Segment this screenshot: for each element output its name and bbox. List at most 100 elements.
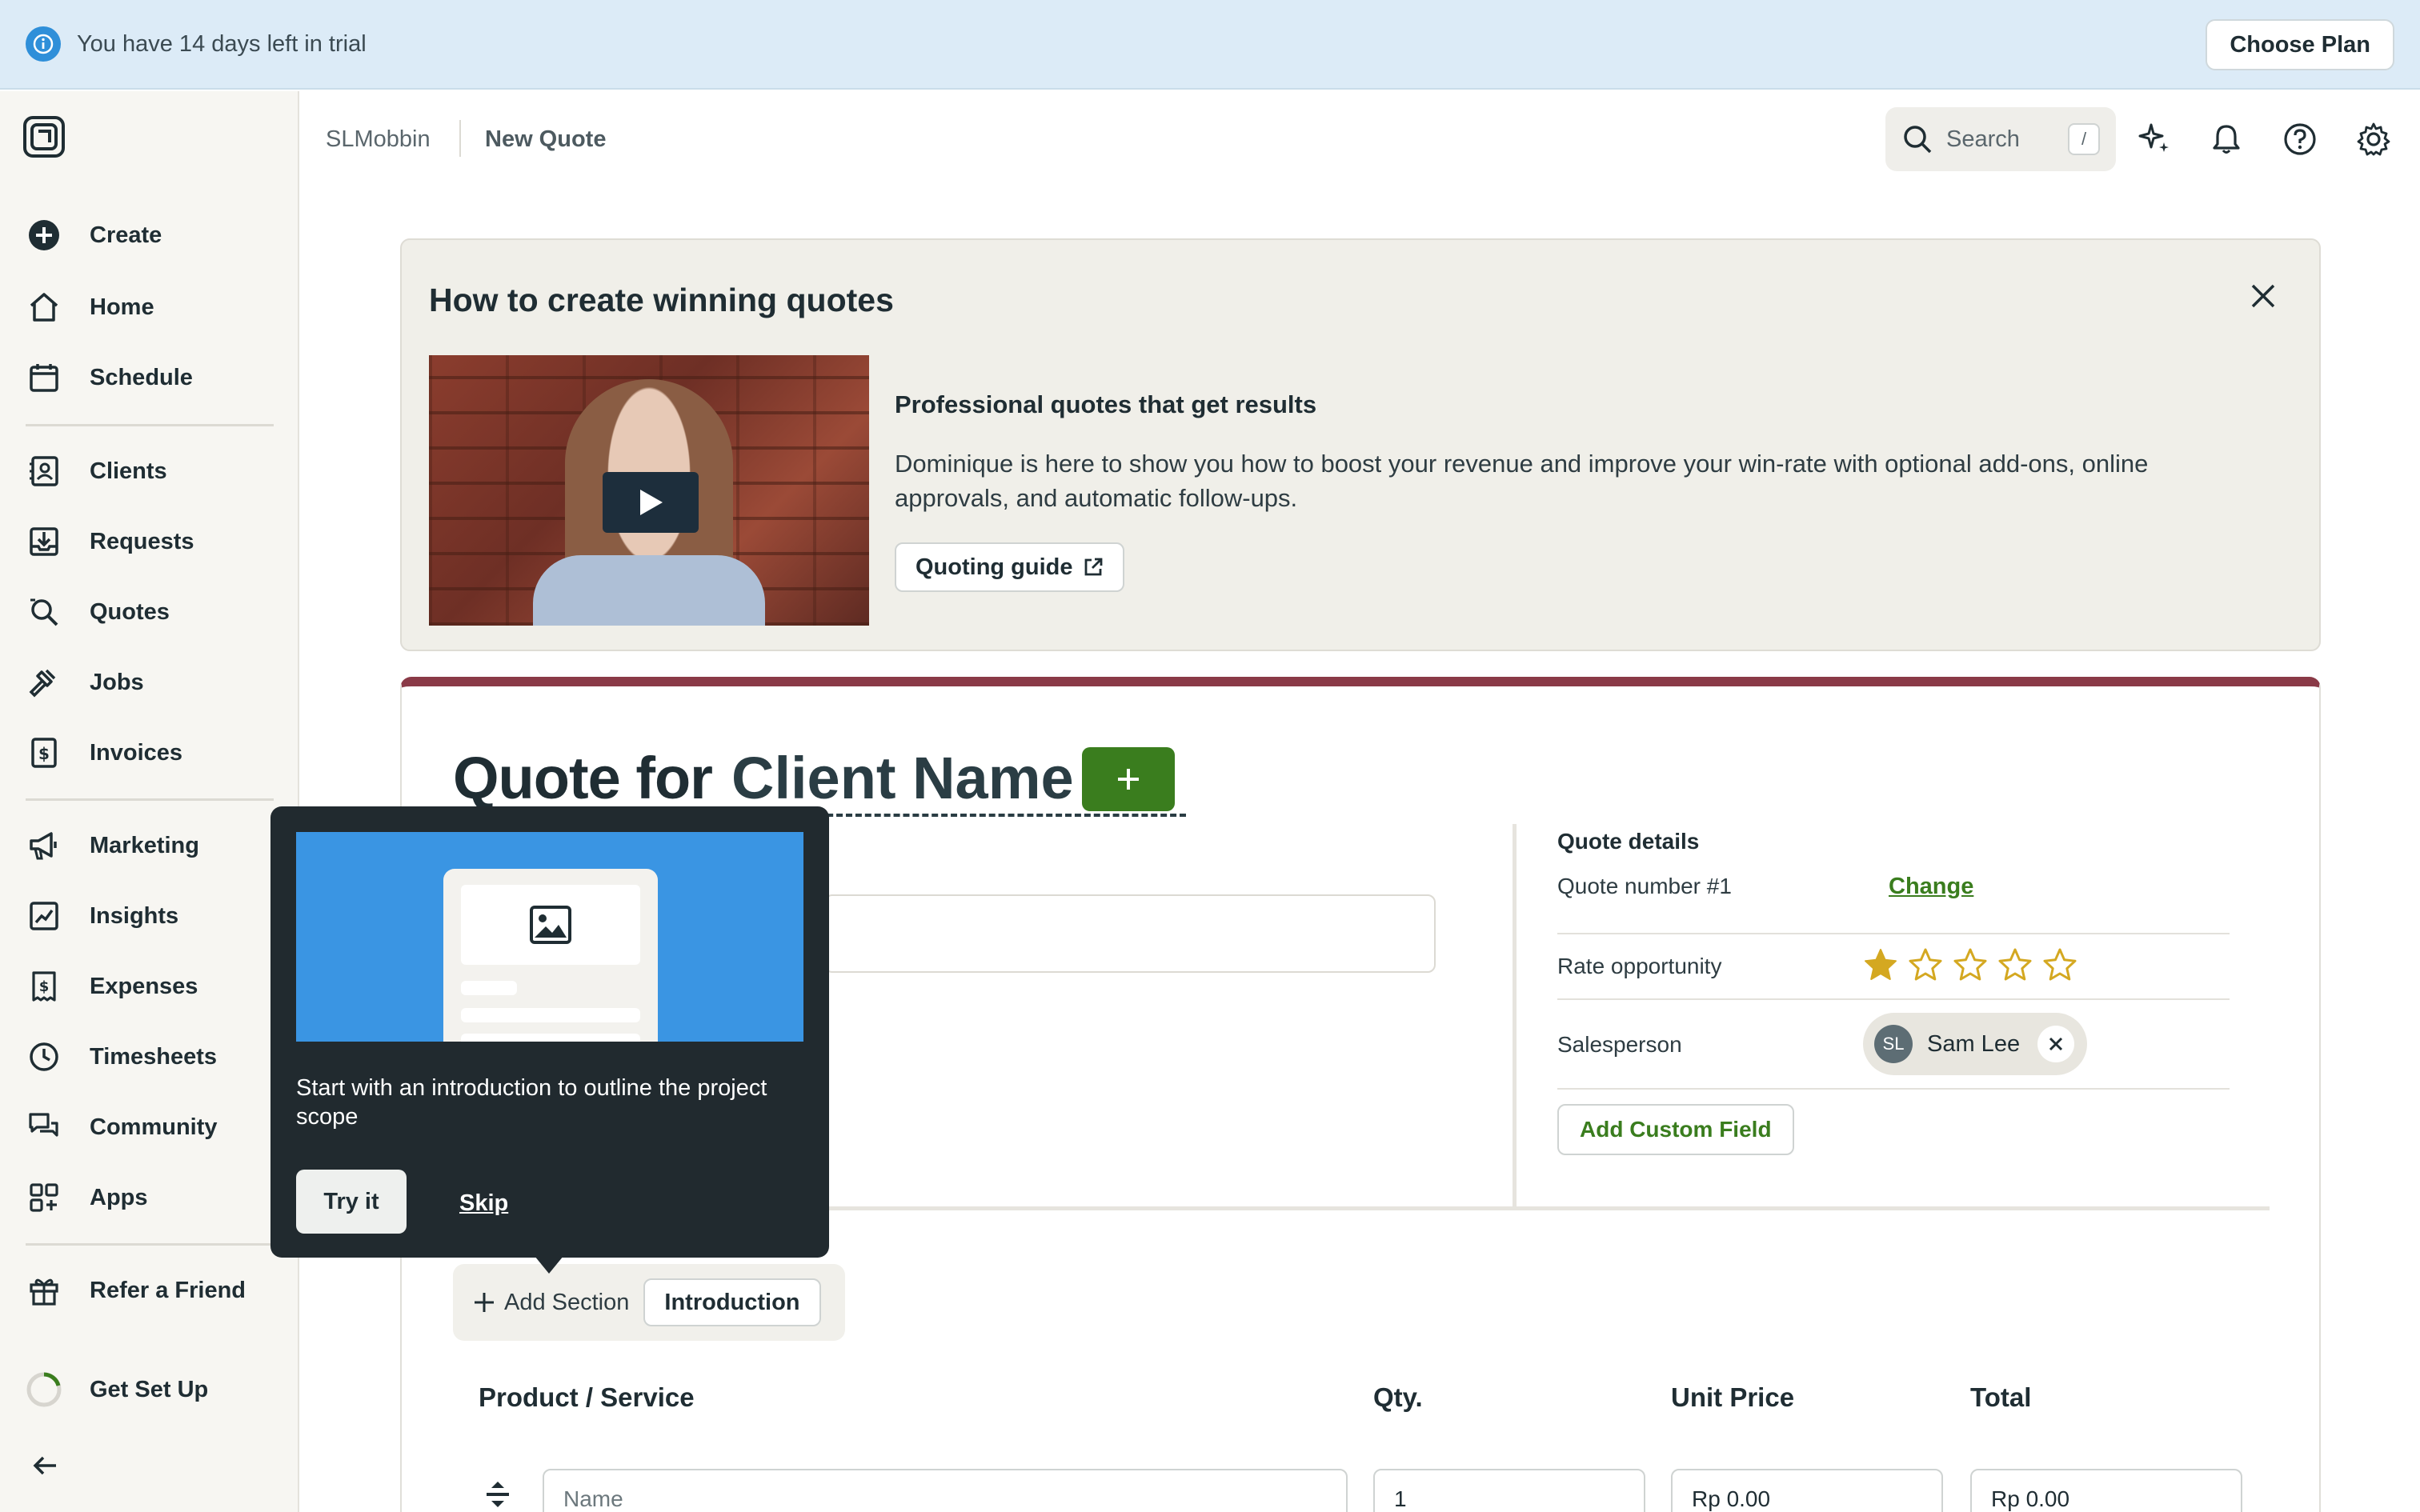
apps-grid-icon — [26, 1179, 62, 1216]
sidebar-item-label: Home — [90, 294, 154, 320]
inbox-download-icon — [26, 523, 62, 560]
chat-bubbles-icon — [26, 1109, 62, 1146]
column-header-unit-price: Unit Price — [1671, 1382, 1795, 1412]
sidebar-item-label: Apps — [90, 1184, 148, 1210]
clock-icon — [26, 1038, 62, 1075]
sidebar-item-label: Expenses — [90, 973, 198, 999]
sidebar-item-create[interactable]: Create — [26, 210, 282, 261]
sidebar-item-label: Invoices — [90, 739, 183, 766]
star-filled-icon[interactable] — [1863, 947, 1898, 982]
video-thumbnail[interactable] — [429, 355, 869, 626]
breadcrumb-divider — [459, 120, 461, 157]
quote-title-input[interactable] — [824, 894, 1436, 973]
home-icon — [26, 289, 62, 326]
gear-icon[interactable] — [2354, 120, 2393, 158]
page-title: New Quote — [485, 126, 607, 152]
sidebar-item-marketing[interactable]: Marketing — [26, 820, 282, 871]
rating-stars[interactable] — [1863, 947, 2077, 982]
ai-sparkle-icon[interactable] — [2135, 120, 2174, 158]
sidebar-item-home[interactable]: Home — [26, 282, 282, 333]
sidebar-item-requests[interactable]: Requests — [26, 516, 282, 567]
add-client-button[interactable] — [1082, 747, 1175, 811]
drag-handle-icon[interactable] — [480, 1477, 515, 1512]
tips-card: How to create winning quotes Professiona… — [400, 238, 2321, 651]
sidebar-item-label: Quotes — [90, 598, 170, 625]
sidebar-item-community[interactable]: Community — [26, 1102, 282, 1153]
onboarding-popover: Start with an introduction to outline th… — [270, 806, 829, 1258]
introduction-button[interactable]: Introduction — [643, 1278, 821, 1326]
quoting-guide-button[interactable]: Quoting guide — [895, 542, 1124, 592]
star-empty-icon[interactable] — [1997, 947, 2033, 982]
sidebar-item-schedule[interactable]: Schedule — [26, 352, 282, 403]
add-custom-field-button[interactable]: Add Custom Field — [1557, 1104, 1794, 1155]
product-name-input[interactable]: Name — [543, 1469, 1348, 1512]
calendar-icon — [26, 359, 62, 396]
trial-banner: You have 14 days left in trial Choose Pl… — [0, 0, 2420, 90]
svg-text:$: $ — [38, 744, 50, 763]
quote-number: Quote number #1 — [1557, 874, 1732, 898]
rate-opportunity-label: Rate opportunity — [1557, 954, 1722, 978]
play-icon[interactable] — [603, 472, 699, 533]
salesperson-name: Sam Lee — [1927, 1030, 2021, 1057]
search-document-icon — [26, 594, 62, 630]
tips-title: How to create winning quotes — [429, 282, 894, 318]
skip-link[interactable]: Skip — [459, 1190, 508, 1217]
external-link-icon — [1083, 557, 1104, 578]
star-empty-icon[interactable] — [1953, 947, 1988, 982]
close-icon[interactable] — [2249, 282, 2278, 310]
app-logo-icon[interactable] — [22, 115, 66, 158]
popover-illustration — [296, 832, 803, 1042]
sidebar-item-jobs[interactable]: Jobs — [26, 657, 282, 708]
star-empty-icon[interactable] — [1908, 947, 1943, 982]
sidebar-item-label: Timesheets — [90, 1043, 218, 1070]
add-section-button[interactable]: Add Section — [504, 1290, 629, 1316]
sidebar-item-quotes[interactable]: Quotes — [26, 586, 282, 638]
sidebar-item-timesheets[interactable]: Timesheets — [26, 1031, 282, 1082]
sidebar-item-label: Insights — [90, 902, 179, 929]
help-icon[interactable] — [2281, 120, 2319, 158]
sidebar-item-refer-a-friend[interactable]: Refer a Friend — [26, 1265, 282, 1316]
breadcrumb-account[interactable]: SLMobbin — [326, 126, 431, 153]
column-header-product: Product / Service — [479, 1382, 695, 1412]
contact-card-icon — [26, 453, 62, 490]
sidebar-item-label: Schedule — [90, 364, 193, 390]
sidebar-item-label: Requests — [90, 528, 194, 554]
plus-circle-icon — [26, 217, 62, 254]
search-button[interactable]: Search / — [1885, 107, 2116, 171]
search-label: Search — [1946, 126, 2020, 152]
sidebar-item-label: Jobs — [90, 669, 144, 695]
sidebar-item-expenses[interactable]: $ Expenses — [26, 961, 282, 1012]
collapse-sidebar-arrow-icon[interactable] — [29, 1450, 61, 1482]
choose-plan-button[interactable]: Choose Plan — [2206, 19, 2394, 70]
sidebar-item-label: Community — [90, 1114, 218, 1140]
sidebar-item-insights[interactable]: Insights — [26, 890, 282, 942]
try-it-button[interactable]: Try it — [296, 1170, 407, 1234]
receipt-icon: $ — [26, 968, 62, 1005]
quantity-input[interactable]: 1 — [1373, 1469, 1645, 1512]
sidebar-item-label: Refer a Friend — [90, 1277, 246, 1303]
sidebar-item-label: Marketing — [90, 832, 199, 858]
bell-icon[interactable] — [2207, 120, 2246, 158]
salesperson-chip[interactable]: SL Sam Lee — [1863, 1013, 2087, 1075]
svg-text:$: $ — [39, 978, 50, 995]
trial-text: You have 14 days left in trial — [77, 30, 367, 57]
change-quote-number-link[interactable]: Change — [1889, 874, 1973, 900]
quote-details-title: Quote details — [1557, 829, 1700, 854]
sidebar-item-invoices[interactable]: $ Invoices — [26, 727, 282, 778]
quote-title-prefix: Quote for — [453, 745, 713, 811]
remove-salesperson-icon[interactable] — [2037, 1026, 2074, 1062]
megaphone-icon — [26, 827, 62, 864]
unit-price-input[interactable]: Rp 0.00 — [1671, 1469, 1943, 1512]
hammer-icon — [26, 664, 62, 701]
star-empty-icon[interactable] — [2042, 947, 2077, 982]
sidebar-item-label: Create — [90, 222, 162, 248]
total-input[interactable]: Rp 0.00 — [1970, 1469, 2242, 1512]
gift-icon — [26, 1272, 62, 1309]
sidebar-item-label: Clients — [90, 458, 167, 484]
sidebar-item-get-set-up[interactable]: Get Set Up — [26, 1364, 282, 1415]
plus-icon — [1118, 769, 1139, 790]
sidebar-item-clients[interactable]: Clients — [26, 446, 282, 497]
sidebar-item-apps[interactable]: Apps — [26, 1172, 282, 1223]
search-icon — [1901, 123, 1933, 155]
sidebar-divider — [26, 798, 274, 801]
